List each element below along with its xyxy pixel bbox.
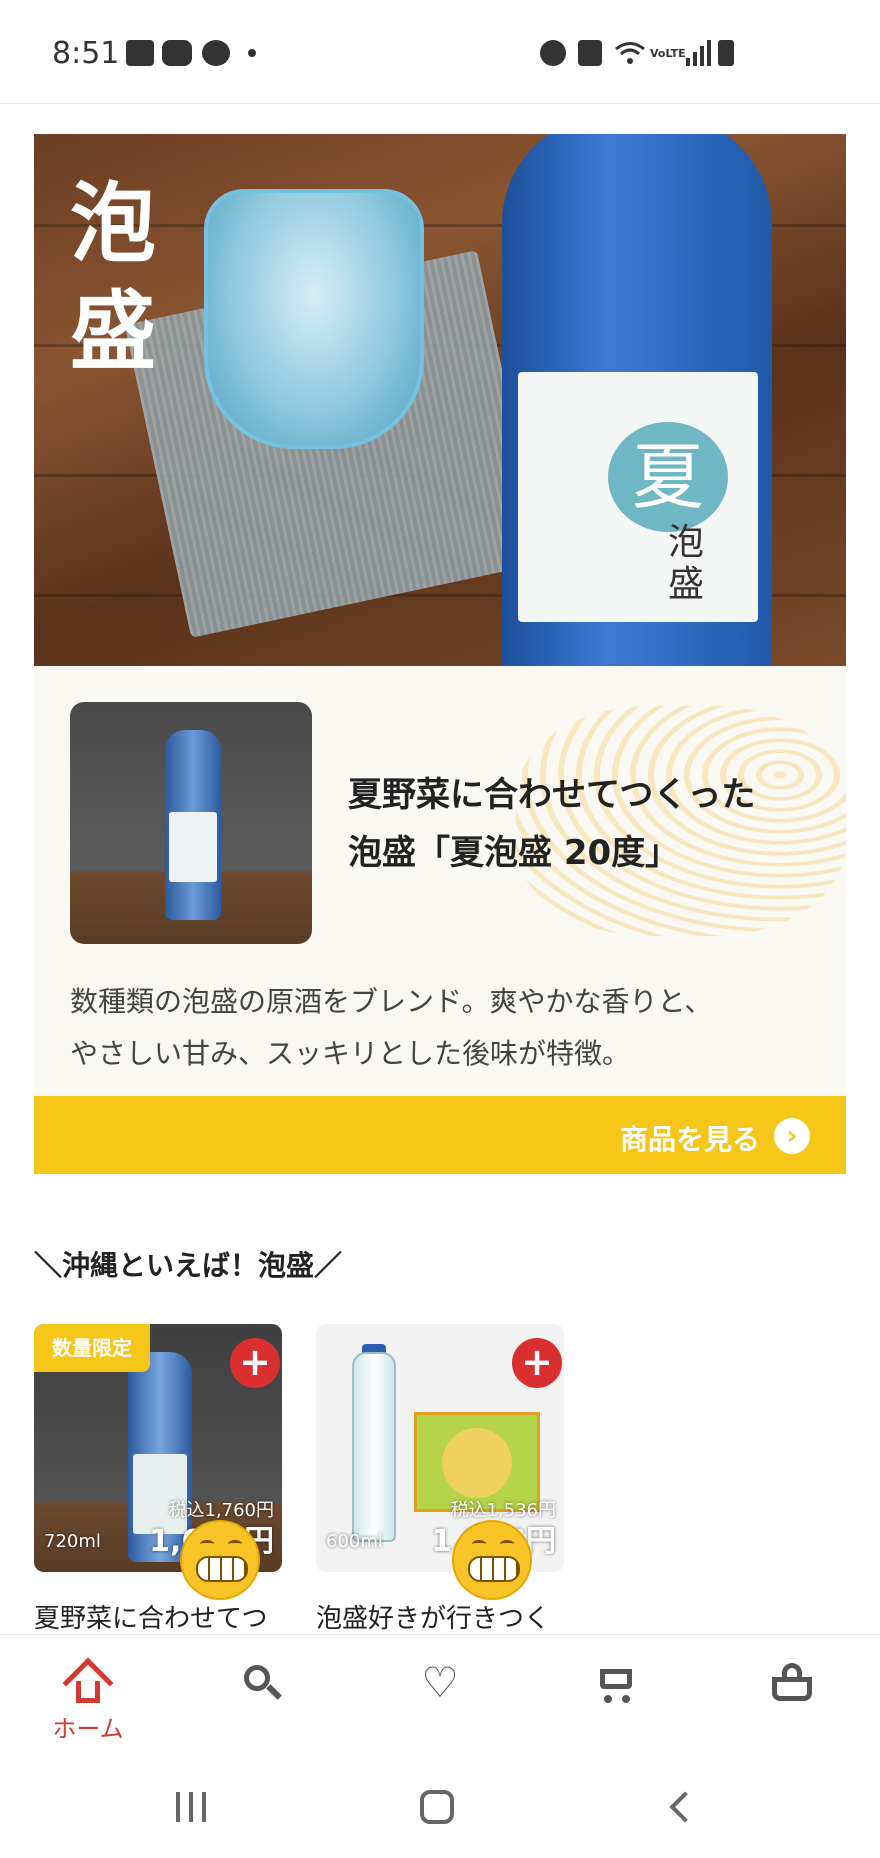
status-bar: 8:51 VoLTE — [0, 0, 880, 104]
recent-apps-icon[interactable] — [176, 1792, 206, 1822]
heart-icon: ♡ — [421, 1658, 459, 1707]
grin-emoji-icon — [452, 1520, 532, 1600]
hero-title: 泡盛 — [70, 173, 156, 382]
limited-badge: 数量限定 — [34, 1324, 150, 1372]
description-line-2: やさしい甘み、スッキリとした後味が特徴。 — [70, 1037, 631, 1070]
battery-icon — [718, 40, 734, 66]
product-name[interactable]: 夏野菜に合わせてつ — [34, 1598, 282, 1630]
nav-basket[interactable] — [742, 1661, 842, 1705]
bottle-label-small: 泡盛 — [668, 522, 705, 605]
add-to-cart-button[interactable]: + — [230, 1338, 280, 1388]
gallery-icon — [126, 40, 154, 66]
bottle-label: 夏 泡盛 — [518, 372, 758, 622]
product-card[interactable]: + 600ml 税込1,536円 1,396円 泡盛好きが行きつく — [316, 1324, 564, 1630]
product-thumbnail — [70, 702, 312, 944]
product-name[interactable]: 泡盛好きが行きつく — [316, 1598, 564, 1630]
cart-icon — [594, 1661, 638, 1705]
bottom-navigation: ホーム ♡ — [0, 1634, 880, 1758]
dot-icon — [248, 40, 256, 66]
signal-icon — [686, 40, 714, 66]
nav-home-label: ホーム — [52, 1715, 124, 1743]
view-product-button[interactable]: 商品を見る › — [34, 1096, 846, 1174]
status-time: 8:51 — [52, 36, 120, 71]
mute-icon — [578, 40, 602, 66]
headline-line-2: 泡盛「夏泡盛 20度」 — [348, 833, 680, 873]
search-icon — [240, 1661, 284, 1705]
basket-icon — [770, 1661, 814, 1705]
home-button-icon[interactable] — [420, 1790, 454, 1824]
home-icon — [62, 1657, 114, 1709]
grin-emoji-icon — [180, 1520, 260, 1600]
promo-banner[interactable]: 夏 泡盛 泡盛 夏野菜に合わせてつくった 泡盛「夏泡盛 20度」 数種類の泡盛の… — [34, 134, 846, 1174]
accessibility-icon — [202, 40, 230, 66]
wifi-icon — [614, 40, 646, 66]
nav-favorites[interactable]: ♡ — [390, 1661, 490, 1705]
product-volume: 720ml — [44, 1531, 101, 1552]
promo-headline: 夏野菜に合わせてつくった 泡盛「夏泡盛 20度」 — [348, 766, 828, 882]
nav-search[interactable] — [212, 1661, 312, 1705]
chevron-right-icon: › — [774, 1118, 810, 1154]
back-icon[interactable] — [669, 1791, 701, 1823]
add-to-cart-button[interactable]: + — [512, 1338, 562, 1388]
product-image[interactable]: + 600ml 税込1,536円 1,396円 — [316, 1324, 564, 1572]
promo-description: 数種類の泡盛の原酒をブレンド。爽やかな香りと、 やさしい甘み、スッキリとした後味… — [70, 976, 830, 1080]
youtube-icon — [162, 40, 192, 66]
view-product-label: 商品を見る — [619, 1123, 760, 1156]
description-line-1: 数種類の泡盛の原酒をブレンド。爽やかな香りと、 — [70, 985, 713, 1018]
glass-image — [204, 189, 424, 449]
bottle-label-big: 夏 — [608, 422, 728, 532]
volte-icon: VoLTE — [650, 46, 686, 60]
alarm-icon — [540, 40, 566, 66]
system-navigation-bar — [0, 1758, 880, 1858]
product-volume: 600ml — [326, 1531, 383, 1552]
section-title: ＼沖縄といえば！泡盛／ — [34, 1249, 343, 1282]
headline-line-1: 夏野菜に合わせてつくった — [348, 775, 756, 815]
nav-home[interactable]: ホーム — [38, 1657, 138, 1744]
promo-panel: 夏野菜に合わせてつくった 泡盛「夏泡盛 20度」 数種類の泡盛の原酒をブレンド。… — [34, 666, 846, 1096]
hero-image: 夏 泡盛 泡盛 — [34, 134, 846, 666]
nav-cart[interactable] — [566, 1661, 666, 1705]
